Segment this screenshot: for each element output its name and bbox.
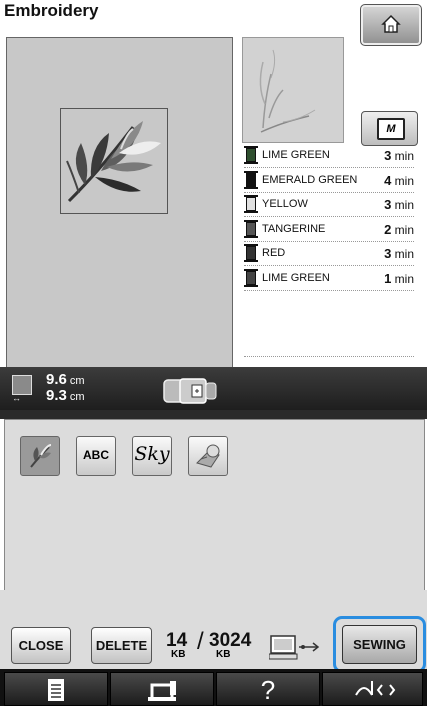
thread-stitch-time: 2 min bbox=[384, 221, 414, 237]
usb-icon bbox=[268, 633, 323, 661]
thread-color-name: YELLOW bbox=[262, 198, 308, 210]
thread-row-empty bbox=[244, 334, 414, 357]
thread-spool-icon bbox=[244, 195, 258, 213]
thread-row: LIME GREEN 3 min bbox=[244, 143, 414, 168]
thread-row: RED 3 min bbox=[244, 241, 414, 266]
memory-used-unit: KB bbox=[171, 649, 186, 660]
thread-stitch-time: 3 min bbox=[384, 197, 414, 212]
thread-color-name: LIME GREEN bbox=[262, 271, 330, 284]
close-button[interactable]: CLOSE bbox=[11, 627, 71, 664]
thread-stitch-time: 3 min bbox=[384, 148, 414, 163]
thread-color-name: TANGERINE bbox=[262, 222, 326, 235]
help-icon: ? bbox=[260, 675, 276, 705]
thread-spool-icon bbox=[244, 219, 258, 238]
size-arrows-icon: ↔ bbox=[12, 393, 21, 403]
home-icon bbox=[381, 14, 401, 33]
memory-separator: / bbox=[197, 628, 204, 655]
stitch-outline-image bbox=[259, 49, 316, 133]
nav-pattern-list-button[interactable] bbox=[4, 672, 108, 706]
nav-help-button[interactable]: ? bbox=[216, 672, 320, 706]
memory-total-unit: KB bbox=[216, 649, 231, 660]
thread-row: EMERALD GREEN 4 min bbox=[244, 168, 414, 193]
embroidery-frame-icon: M bbox=[377, 118, 405, 140]
pocket-icon bbox=[196, 444, 220, 468]
leaf-pattern-image bbox=[66, 121, 161, 203]
thread-row: LIME GREEN 1 min bbox=[244, 266, 414, 291]
thread-color-name: LIME GREEN bbox=[262, 149, 330, 161]
sewing-machine-icon bbox=[148, 681, 176, 701]
saved-pattern-button[interactable] bbox=[188, 436, 228, 476]
stitch-thumbnail bbox=[242, 37, 344, 143]
thread-row: TANGERINE 2 min bbox=[244, 217, 414, 242]
thread-stitch-time: 3 min bbox=[384, 246, 414, 261]
thread-stitch-time: 4 min bbox=[384, 172, 414, 188]
thread-spool-icon bbox=[244, 170, 258, 189]
pattern-category-button[interactable] bbox=[20, 436, 60, 476]
document-icon bbox=[48, 679, 64, 701]
delete-button[interactable]: DELETE bbox=[91, 627, 152, 664]
nav-settings-button[interactable] bbox=[322, 672, 423, 706]
frame-select-button[interactable]: M bbox=[361, 111, 418, 146]
thread-spool-icon bbox=[244, 146, 258, 164]
thread-row: YELLOW 3 min bbox=[244, 192, 414, 217]
thread-color-name: RED bbox=[262, 247, 286, 259]
page-title: Embroidery bbox=[4, 1, 99, 20]
sewing-button[interactable]: SEWING bbox=[342, 625, 417, 664]
size-icon bbox=[12, 375, 32, 395]
home-button[interactable] bbox=[360, 4, 422, 46]
thread-spool-icon bbox=[244, 268, 258, 287]
pattern-category-icon bbox=[30, 444, 52, 468]
decorative-alphabet-button[interactable]: Sky bbox=[132, 436, 172, 476]
pattern-width: 9.3 cm bbox=[46, 387, 85, 404]
nav-sewing-machine-button[interactable] bbox=[110, 672, 214, 706]
thread-spool-icon bbox=[244, 244, 258, 262]
presser-foot-icon bbox=[354, 681, 395, 696]
divider bbox=[0, 410, 427, 419]
pattern-frame[interactable] bbox=[60, 108, 168, 214]
thread-stitch-time: 1 min bbox=[384, 270, 414, 286]
memory-icon bbox=[162, 378, 224, 404]
thread-color-name: EMERALD GREEN bbox=[262, 173, 358, 186]
alphabet-category-button[interactable]: ABC bbox=[76, 436, 116, 476]
